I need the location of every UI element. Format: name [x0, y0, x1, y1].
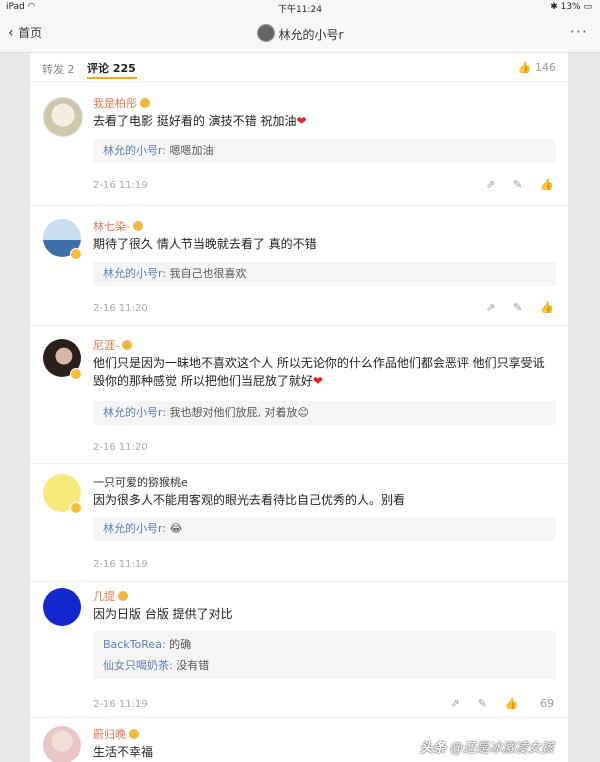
comment-author[interactable]: 一只可爱的猕猴桃e — [93, 474, 188, 490]
watermark: 头条 @还是冰激凌女孩 — [419, 741, 554, 756]
like-icon[interactable]: 👍 — [540, 178, 554, 191]
comment-time: 2-16 11:19 — [93, 180, 148, 191]
vip-icon — [121, 340, 132, 350]
comment-time: 2-16 11:20 — [93, 442, 148, 453]
reply-box[interactable]: 林允的小号r: 我自己也很喜欢 — [93, 262, 556, 286]
vip-icon — [140, 98, 150, 108]
share-icon[interactable]: ⇗ — [486, 301, 495, 314]
comment-actions: ⇗ ✎ 👍 — [468, 178, 554, 191]
comment-item: 几提 因为日版 台版 提供了对比 BackToRea: 的确 仙女只喝奶茶: 没… — [30, 582, 568, 712]
comment-icon[interactable]: ✎ — [513, 301, 522, 314]
comment-author[interactable]: 几提 — [93, 588, 128, 604]
comment-text: 期待了很久 情人节当晚就去看了 真的不错 — [93, 237, 317, 251]
comment-actions: ⇗ ✎ 👍 69 — [432, 697, 554, 710]
tabs: 转发 2 评论 225 👍 146 — [30, 53, 568, 82]
comment-time: 2-16 11:19 — [93, 559, 148, 570]
vip-icon — [132, 221, 143, 231]
verified-badge — [70, 502, 82, 514]
comment-item: 林七染- 期待了很久 情人节当晚就去看了 真的不错 林允的小号r: 我自己也很喜… — [30, 206, 568, 320]
avatar — [256, 24, 275, 42]
comment-item: 我是柏彤 去看了电影 挺好看的 演技不错 祝加油❤ 林允的小号r: 嗯嗯加油 2… — [30, 83, 568, 203]
status-time: 下午11:24 — [278, 5, 322, 15]
comment-author[interactable]: 林七染- — [93, 218, 143, 234]
comment-text: 因为很多人不能用客观的眼光去看待比自己优秀的人。别看 — [93, 493, 406, 507]
reply-box[interactable]: BackToRea: 的确 仙女只喝奶茶: 没有错 — [93, 631, 556, 679]
reply-box[interactable]: 林允的小号r: 嗯嗯加油 — [93, 139, 556, 163]
nav-bar: ‹ 首页 林允的小号r ··· — [0, 16, 600, 53]
reply-box[interactable]: 林允的小号r: 我也想对他们放屁, 对着放😊 — [93, 401, 556, 425]
comment-item: 一只可爱的猕猴桃e 因为很多人不能用客观的眼光去看待比自己优秀的人。别看 林允的… — [30, 464, 568, 576]
reply-box[interactable]: 林允的小号r: 😂 — [93, 517, 556, 541]
comment-author[interactable]: 蔚归晚 — [93, 726, 139, 742]
reply-line: BackToRea: 的确 — [103, 638, 192, 651]
comment-icon[interactable]: ✎ — [513, 178, 522, 191]
more-icon[interactable]: ··· — [570, 22, 588, 41]
verified-badge — [70, 248, 82, 260]
tab-likes[interactable]: 👍 146 — [518, 61, 556, 74]
status-bar: iPad ◠ 下午11:24 ✱ 13% ▭ — [0, 0, 600, 16]
comment-text: 他们只是因为一昧地不喜欢这个人 所以无论你的什么作品他们都会恶评 他们只享受诋毁… — [93, 356, 545, 388]
share-icon[interactable]: ⇗ — [486, 178, 495, 191]
avatar[interactable] — [43, 97, 83, 137]
tab-comments[interactable]: 评论 225 — [87, 60, 136, 76]
comment-actions: ⇗ ✎ 👍 — [468, 301, 554, 314]
comment-text: 因为日版 台版 提供了对比 — [93, 607, 233, 621]
like-icon: 👍 — [517, 61, 532, 74]
battery-indicator: ✱ 13% ▭ — [550, 2, 592, 12]
comment-text: 去看了电影 挺好看的 演技不错 祝加油❤ — [93, 114, 307, 128]
tab-repost[interactable]: 转发 2 — [42, 61, 75, 77]
verified-badge — [70, 368, 82, 380]
like-icon[interactable]: 👍 69 — [505, 697, 554, 710]
reply-line: 仙女只喝奶茶: 没有错 — [103, 659, 210, 672]
comment-author[interactable]: 尼涯- — [93, 337, 132, 353]
share-icon[interactable]: ⇗ — [450, 697, 459, 710]
comment-time: 2-16 11:20 — [93, 303, 148, 314]
tab-underline — [87, 77, 137, 79]
comment-time: 2-16 11:19 — [93, 699, 148, 710]
comment-icon[interactable]: ✎ — [478, 697, 487, 710]
vip-icon — [118, 591, 128, 601]
comments-card: 转发 2 评论 225 👍 146 我是柏彤 去看了电影 挺好看的 演技不错 祝… — [30, 53, 568, 762]
avatar[interactable] — [43, 726, 81, 762]
comment-author[interactable]: 我是柏彤 — [93, 95, 150, 111]
comment-item: 尼涯- 他们只是因为一昧地不喜欢这个人 所以无论你的什么作品他们都会恶评 他们只… — [30, 326, 568, 456]
page-title: 林允的小号r — [0, 24, 600, 43]
like-icon[interactable]: 👍 — [540, 301, 554, 314]
vip-icon — [129, 729, 139, 739]
avatar[interactable] — [43, 588, 81, 626]
